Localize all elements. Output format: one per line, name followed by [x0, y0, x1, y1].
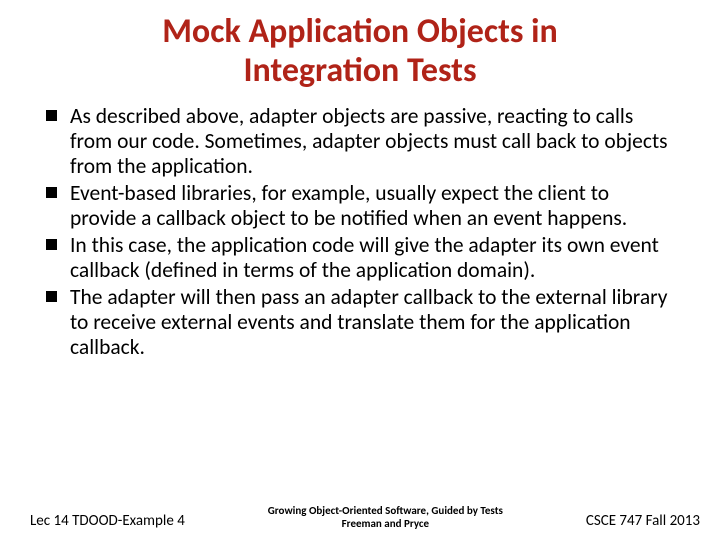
- bullet-item: The adapter will then pass an adapter ca…: [44, 285, 676, 360]
- bullet-item: In this case, the application code will …: [44, 233, 676, 283]
- slide: Mock Application Objects in Integration …: [0, 0, 720, 540]
- bullet-item: As described above, adapter objects are …: [44, 104, 676, 179]
- bullet-item: Event-based libraries, for example, usua…: [44, 181, 676, 231]
- title-line-1: Mock Application Objects in: [162, 11, 558, 52]
- footer-left: Lec 14 TDOOD-Example 4: [30, 512, 185, 530]
- footer-center-line-2: Freeman and Pryce: [342, 517, 429, 530]
- slide-title: Mock Application Objects in Integration …: [0, 0, 720, 90]
- footer-right: CSCE 747 Fall 2013: [586, 512, 700, 530]
- slide-body: As described above, adapter objects are …: [0, 90, 720, 359]
- title-line-2: Integration Tests: [243, 50, 476, 91]
- bullet-list: As described above, adapter objects are …: [44, 104, 676, 359]
- slide-footer: Lec 14 TDOOD-Example 4 Growing Object-Or…: [0, 504, 720, 530]
- footer-center: Growing Object-Oriented Software, Guided…: [185, 504, 586, 530]
- footer-center-line-1: Growing Object-Oriented Software, Guided…: [268, 504, 503, 517]
